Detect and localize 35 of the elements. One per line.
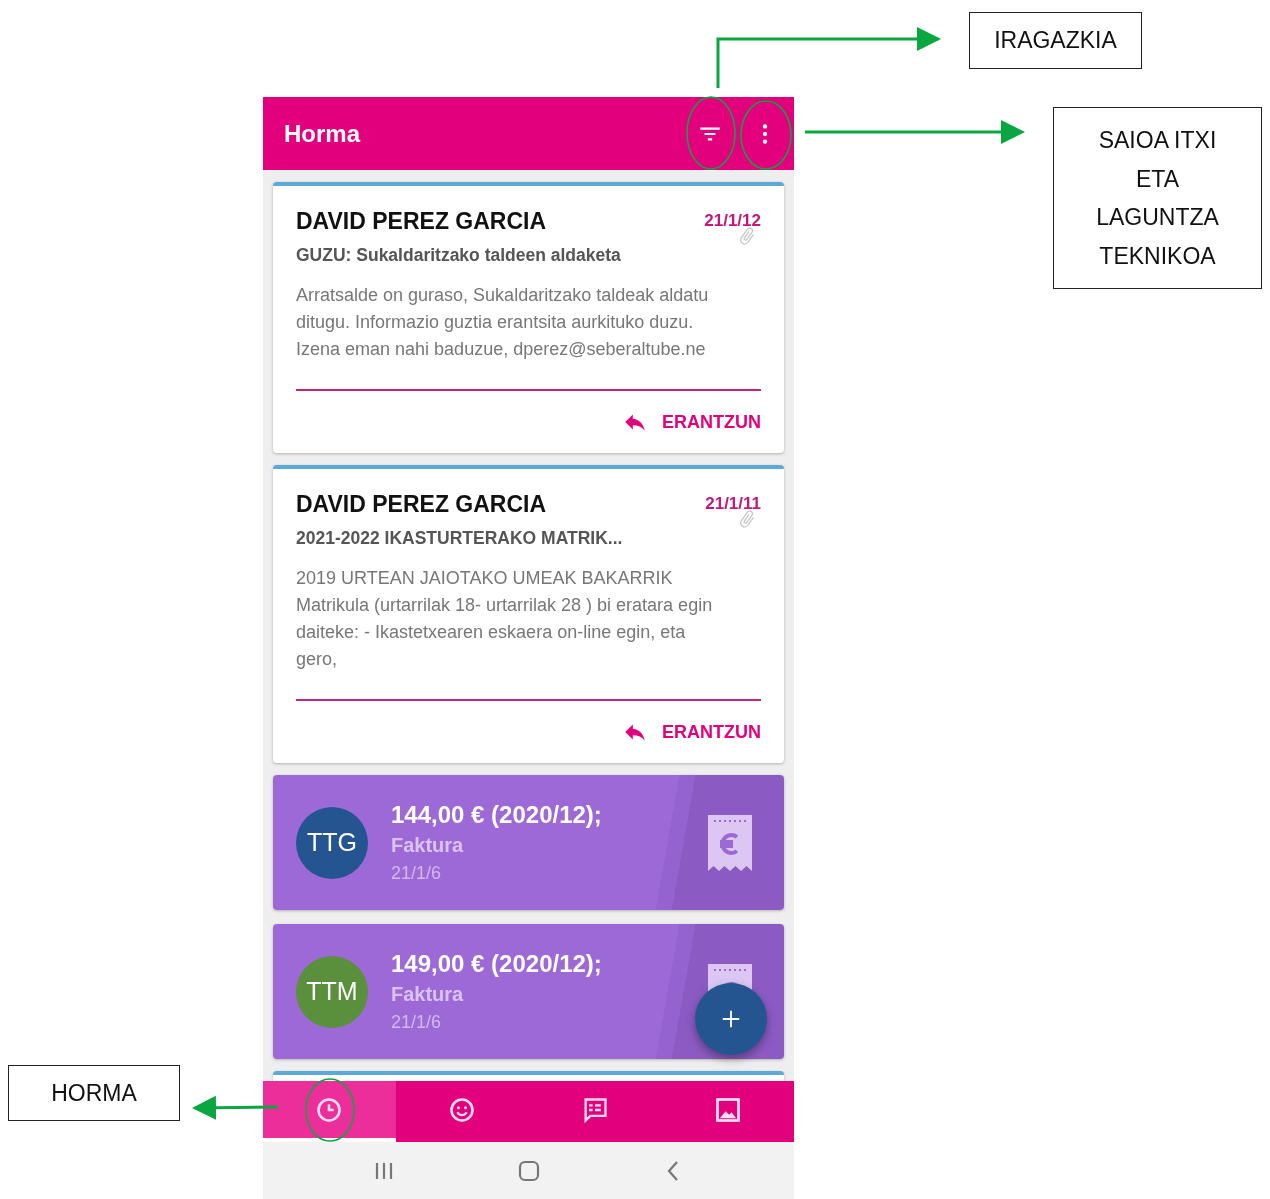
- smiley-icon: [448, 1095, 477, 1124]
- invoice-date: 21/1/6: [391, 861, 443, 885]
- message-card[interactable]: [273, 465, 784, 763]
- invoice-card[interactable]: TTG 144,00 € (2020/12); Faktura 21/1/6: [273, 775, 784, 910]
- invoice-card[interactable]: TTM 149,00 € (2020/12); Faktura 21/1/6: [273, 924, 784, 1059]
- message-subject: 2021-2022 IKASTURTERAKO MATRIK...: [296, 527, 623, 550]
- callout-label: SAIOA ITXI ETA LAGUNTZA TEKNIKOA: [1053, 107, 1262, 289]
- screen-title: Horma: [284, 119, 362, 148]
- callout-label: IRAGAZKIA: [969, 12, 1142, 69]
- message-date: 21/1/11: [705, 494, 761, 514]
- avatar: TTG: [296, 806, 368, 879]
- image-icon: [713, 1095, 742, 1124]
- euro-receipt-icon: [708, 814, 752, 871]
- clock-icon: [315, 1095, 344, 1124]
- message-subject: GUZU: Sukaldaritzako taldeen aldaketa: [296, 244, 621, 267]
- invoice-amount: 149,00 € (2020/12);: [391, 948, 603, 979]
- reply-button[interactable]: ERANTZUN: [622, 409, 761, 435]
- invoice-date: 21/1/6: [391, 1010, 443, 1034]
- invoice-type: Faktura: [391, 832, 465, 858]
- highlight-ring: [305, 1078, 355, 1142]
- nav-tab[interactable]: [263, 1081, 396, 1142]
- highlight-ring: [740, 100, 792, 170]
- message-preview: Arratsalde on guraso, Sukaldaritzako taldeak aldatu ditugu. Informazio guztia erantsita aurkituko duzu. Izena eman nahi baduzue, dperez@seberaltube.ne: [296, 284, 710, 361]
- avatar: TTM: [296, 955, 368, 1028]
- invoice-type: Faktura: [391, 981, 465, 1007]
- message-card[interactable]: [273, 182, 784, 453]
- reply-button[interactable]: ERANTZUN: [622, 719, 761, 745]
- sender-name: DAVID PEREZ GARCIA: [296, 490, 547, 518]
- home-icon[interactable]: [516, 1158, 541, 1183]
- message-preview: 2019 URTEAN JAIOTAKO UMEAK BAKARRIK Matrikula (urtarrilak 18- urtarrilak 28 ) bi eratara egin daiteke: - Ikastetxearen eskaera on-line egin, eta gero,: [296, 567, 714, 671]
- invoice-amount: 144,00 € (2020/12);: [391, 799, 603, 830]
- plus-icon: [720, 1008, 742, 1030]
- callout-label: HORMA: [8, 1065, 180, 1121]
- message-date: 21/1/12: [704, 211, 761, 231]
- sender-name: DAVID PEREZ GARCIA: [296, 207, 547, 235]
